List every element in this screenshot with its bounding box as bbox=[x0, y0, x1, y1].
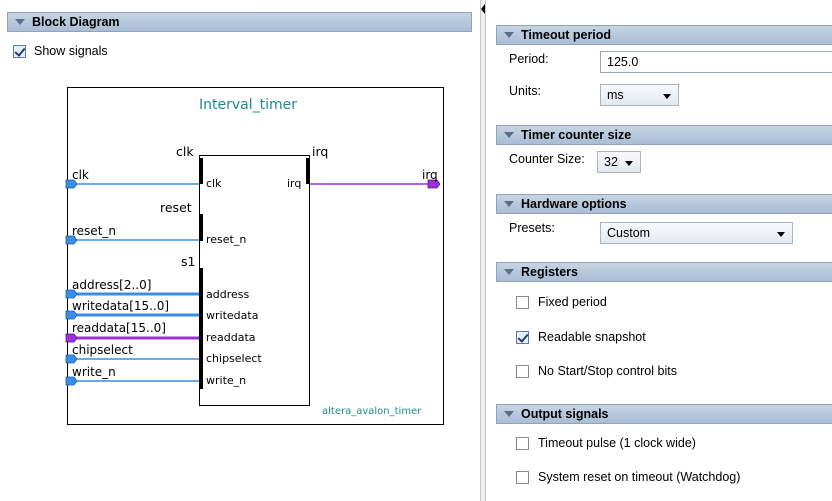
timeout-pulse-checkbox[interactable] bbox=[516, 437, 529, 450]
presets-value: Custom bbox=[607, 226, 651, 240]
collapse-triangle-icon[interactable] bbox=[504, 411, 514, 417]
signal-address: address[2..0] bbox=[72, 278, 152, 292]
chevron-down-icon bbox=[625, 161, 633, 166]
parameters-pane: Timeout period Period: 125.0 Units: ms T… bbox=[487, 0, 832, 501]
chevron-down-icon bbox=[663, 94, 671, 99]
port-irq: irq bbox=[287, 177, 302, 190]
signal-readdata: readdata[15..0] bbox=[72, 321, 166, 335]
presets-select[interactable]: Custom bbox=[600, 222, 793, 244]
port-reset-n: reset_n bbox=[206, 233, 247, 246]
s1-interface-bar bbox=[199, 268, 203, 389]
hardware-options-title: Hardware options bbox=[521, 197, 627, 211]
units-value: ms bbox=[607, 88, 624, 102]
no-start-stop-label: No Start/Stop control bits bbox=[538, 364, 677, 378]
units-label: Units: bbox=[509, 84, 541, 98]
readdata-connector bbox=[65, 333, 78, 343]
collapse-triangle-icon[interactable] bbox=[504, 269, 514, 275]
hardware-options-header[interactable]: Hardware options bbox=[496, 194, 832, 214]
module-box bbox=[199, 155, 310, 406]
component-type: altera_avalon_timer bbox=[322, 406, 422, 417]
counter-size-select[interactable]: 32 bbox=[597, 151, 641, 173]
timer-counter-size-header[interactable]: Timer counter size bbox=[496, 125, 832, 145]
component-name: Interval_timer bbox=[199, 97, 297, 113]
system-reset-checkbox[interactable] bbox=[516, 471, 529, 484]
signal-clk: clk bbox=[72, 168, 89, 182]
port-write-n: write_n bbox=[206, 374, 247, 387]
port-readdata: readdata bbox=[206, 331, 256, 344]
irq-interface-label: irq bbox=[312, 144, 329, 159]
signal-write-n: write_n bbox=[72, 365, 116, 379]
clk-interface-label: clk bbox=[176, 144, 194, 159]
collapse-left-arrow-icon[interactable] bbox=[481, 4, 485, 14]
timeout-period-title: Timeout period bbox=[521, 28, 612, 42]
units-select[interactable]: ms bbox=[600, 84, 679, 106]
reset-interface-label: reset bbox=[160, 200, 192, 215]
fixed-period-label: Fixed period bbox=[538, 295, 607, 309]
port-writedata: writedata bbox=[206, 309, 259, 322]
port-address: address bbox=[206, 288, 250, 301]
collapse-triangle-icon[interactable] bbox=[504, 32, 514, 38]
system-reset-label: System reset on timeout (Watchdog) bbox=[538, 470, 741, 484]
timer-counter-size-title: Timer counter size bbox=[521, 128, 632, 142]
period-label: Period: bbox=[509, 52, 549, 66]
output-signals-title: Output signals bbox=[521, 407, 609, 421]
signal-irq: irq bbox=[422, 168, 438, 182]
readable-snapshot-label: Readable snapshot bbox=[538, 330, 646, 344]
irq-interface-bar bbox=[306, 158, 310, 184]
readable-snapshot-checkbox[interactable] bbox=[516, 331, 529, 344]
timeout-pulse-label: Timeout pulse (1 clock wide) bbox=[538, 436, 696, 450]
block-diagram-pane: Block Diagram Show signals Interval_time… bbox=[0, 0, 476, 501]
fixed-period-checkbox[interactable] bbox=[516, 296, 529, 309]
collapse-triangle-icon[interactable] bbox=[504, 132, 514, 138]
signal-writedata: writedata[15..0] bbox=[72, 299, 170, 313]
presets-label: Presets: bbox=[509, 221, 555, 235]
registers-title: Registers bbox=[521, 265, 578, 279]
timeout-period-header[interactable]: Timeout period bbox=[496, 25, 832, 45]
registers-header[interactable]: Registers bbox=[496, 262, 832, 282]
output-signals-header[interactable]: Output signals bbox=[496, 404, 832, 424]
signal-chipselect: chipselect bbox=[72, 343, 133, 357]
counter-size-label: Counter Size: bbox=[509, 152, 585, 166]
chevron-down-icon bbox=[777, 232, 785, 237]
period-input[interactable]: 125.0 bbox=[600, 51, 832, 73]
counter-size-value: 32 bbox=[604, 155, 618, 169]
reset-interface-bar bbox=[199, 214, 203, 241]
collapse-triangle-icon[interactable] bbox=[504, 201, 514, 207]
pane-splitter[interactable] bbox=[480, 0, 486, 501]
no-start-stop-checkbox[interactable] bbox=[516, 365, 529, 378]
block-diagram-canvas bbox=[65, 87, 444, 425]
port-clk: clk bbox=[206, 177, 222, 190]
port-chipselect: chipselect bbox=[206, 352, 262, 365]
signal-reset-n: reset_n bbox=[72, 224, 116, 238]
clk-interface-bar bbox=[199, 158, 203, 184]
s1-interface-label: s1 bbox=[181, 254, 196, 269]
